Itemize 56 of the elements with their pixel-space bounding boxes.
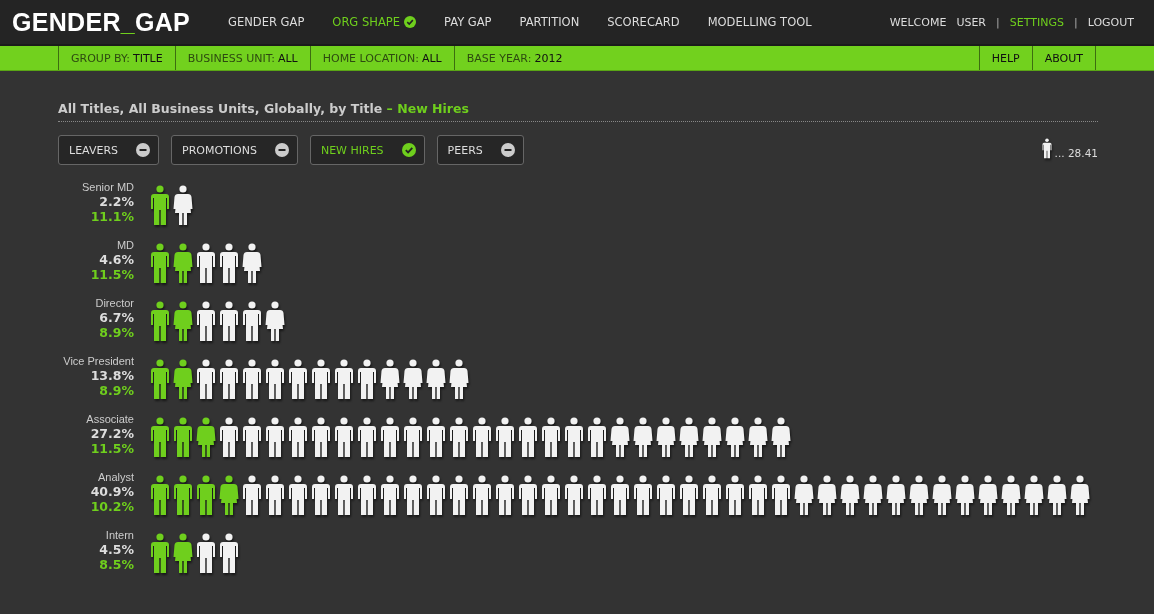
total-percent: 2.2% (99, 194, 134, 209)
hires-percent: 10.2% (90, 499, 134, 514)
row-title: Intern (105, 529, 134, 542)
filter-value[interactable]: TITLE (132, 51, 163, 65)
row-title: Vice President (63, 355, 134, 368)
check-icon (401, 143, 416, 157)
total-percent: 6.7% (99, 310, 134, 325)
row-title: Associate (86, 413, 134, 426)
filter-toggle[interactable]: PROMOTIONS (171, 135, 298, 165)
hires-percent: 11.5% (90, 267, 134, 282)
minus-icon (274, 143, 289, 157)
total-percent: 27.2% (90, 426, 134, 441)
minus-icon (500, 143, 515, 157)
hires-percent: 11.1% (90, 209, 134, 224)
filter-toggle[interactable]: PEERS (436, 135, 524, 165)
hires-percent: 8.9% (99, 383, 134, 398)
filter-label: HOME LOCATION: (322, 51, 419, 65)
total-percent: 40.9% (90, 484, 134, 499)
user-text: USER (956, 15, 987, 29)
man-icon (1041, 138, 1052, 159)
user-link[interactable]: LOGOUT (1087, 15, 1134, 29)
filter-label: BUSINESS UNIT: (187, 51, 275, 65)
check-icon (403, 16, 416, 28)
total-percent: 4.5% (99, 542, 134, 557)
filter-value[interactable]: ALL (421, 51, 442, 65)
app-logo: GENDER_GAP (12, 7, 191, 37)
hires-percent: 8.5% (99, 557, 134, 572)
separator-text: | (1073, 15, 1078, 29)
user-text: WELCOME (889, 15, 947, 29)
nav-tab[interactable]: PAY GAP (429, 15, 506, 29)
row-title: Senior MD (82, 181, 134, 194)
total-percent: 4.6% (99, 252, 134, 267)
header-link[interactable]: ABOUT (1031, 46, 1096, 70)
filter-toggle[interactable]: NEW HIRES (309, 135, 425, 165)
nav-tab[interactable]: PARTITION (505, 15, 594, 29)
hires-percent: 11.5% (90, 441, 134, 456)
filter-label: BASE YEAR: (466, 51, 532, 65)
row-title: Director (95, 297, 134, 310)
total-percent: 13.8% (90, 368, 134, 383)
filter-value[interactable]: 2012 (534, 51, 563, 65)
row-title: MD (116, 239, 134, 252)
header-link[interactable]: HELP (978, 46, 1032, 70)
user-link[interactable]: SETTINGS (1009, 15, 1064, 29)
filter-label: GROUP BY: (71, 51, 130, 65)
nav-tab[interactable]: MODELLING TOOL (693, 15, 826, 29)
legend-text: ... 28.41 (1054, 147, 1098, 159)
minus-icon (136, 143, 150, 157)
hires-percent: 8.9% (99, 325, 134, 340)
filter-toggle[interactable]: LEAVERS (58, 135, 159, 165)
row-title: Analyst (97, 471, 134, 484)
filter-value[interactable]: ALL (277, 51, 298, 65)
nav-tab[interactable]: SCORECARD (593, 15, 694, 29)
nav-tab[interactable]: GENDER GAP (214, 15, 319, 29)
separator-text: | (996, 15, 1000, 29)
nav-tab[interactable]: ORG SHAPE (318, 15, 430, 29)
page-heading: All Titles, All Business Units, Globally, by Title – New Hires (58, 101, 1098, 122)
